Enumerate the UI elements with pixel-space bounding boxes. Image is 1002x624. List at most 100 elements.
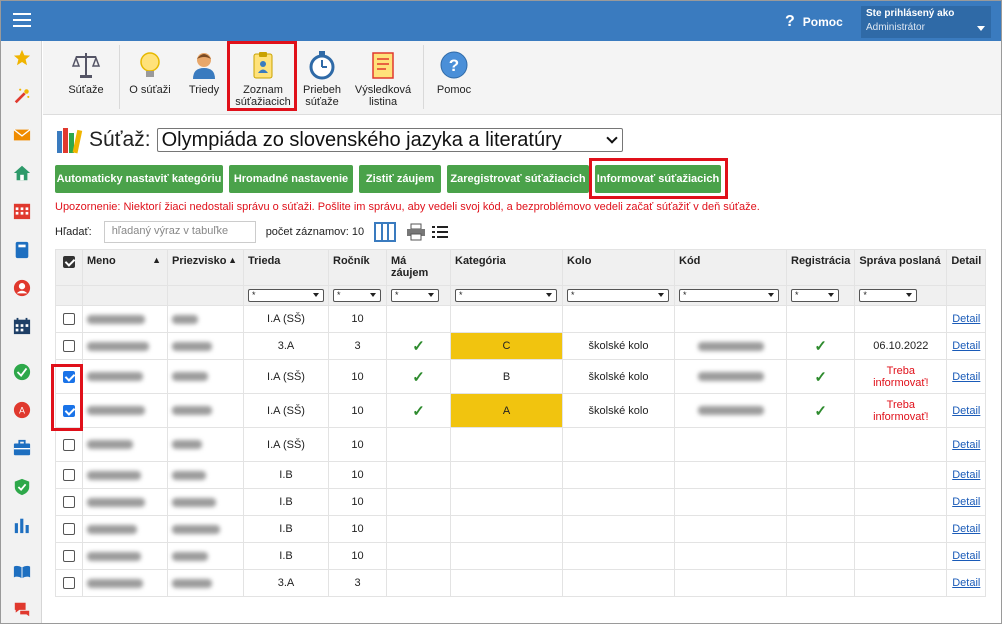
mail-icon[interactable]: [13, 126, 31, 144]
redacted-surname: [172, 372, 208, 382]
detail-link[interactable]: Detail: [952, 313, 980, 325]
filter-zaujem[interactable]: *: [391, 289, 439, 302]
calendar-grid-icon[interactable]: [13, 202, 31, 220]
meno-cell: [82, 488, 168, 516]
magic-wand-icon[interactable]: [13, 87, 31, 105]
menu-icon[interactable]: [13, 13, 31, 27]
row-checkbox[interactable]: [63, 340, 75, 353]
toolbar-classes[interactable]: Triedy: [183, 47, 225, 109]
row-checkbox[interactable]: [63, 577, 75, 590]
person-icon[interactable]: [13, 279, 31, 297]
detail-link[interactable]: Detail: [952, 469, 980, 481]
row-select-cell: [55, 427, 83, 462]
register-button[interactable]: Zaregistrovať súťažiacich: [447, 165, 589, 193]
redacted-code: [697, 372, 764, 382]
meno-cell: [82, 569, 168, 597]
table-row: I.B 10 Detail: [55, 515, 987, 543]
home-icon[interactable]: [13, 164, 31, 182]
filter-trieda[interactable]: *: [248, 289, 324, 302]
filter-rocnik[interactable]: *: [333, 289, 381, 302]
toolbar-progress[interactable]: Priebeh súťaže: [297, 47, 347, 109]
bar-chart-icon[interactable]: [13, 516, 31, 534]
detail-link[interactable]: Detail: [952, 550, 980, 562]
check-circle-icon[interactable]: [13, 363, 31, 381]
col-trieda[interactable]: Trieda: [243, 249, 329, 286]
kategoria-cell: B: [450, 359, 563, 394]
toolbar-competitions[interactable]: Súťaže: [61, 47, 111, 109]
row-checkbox[interactable]: [63, 523, 75, 536]
star-icon[interactable]: [13, 49, 31, 67]
sidebar: A: [1, 41, 42, 623]
select-all-checkbox[interactable]: [63, 256, 75, 269]
col-zaujem[interactable]: Má záujem: [386, 249, 451, 286]
detail-link[interactable]: Detail: [952, 405, 980, 417]
col-kod[interactable]: Kód: [674, 249, 787, 286]
trieda-cell: 3.A: [243, 569, 329, 597]
col-priezvisko[interactable]: Priezvisko ▲: [167, 249, 244, 286]
columns-icon[interactable]: [374, 222, 397, 242]
kategoria-cell: A: [450, 393, 563, 428]
help-link[interactable]: ? Pomoc: [785, 13, 843, 31]
col-kolo[interactable]: Kolo: [562, 249, 675, 286]
bulk-settings-button[interactable]: Hromadné nastavenie: [229, 165, 353, 193]
search-input[interactable]: hľadaný výraz v tabuľke: [103, 221, 256, 243]
highlight-box: [51, 364, 83, 431]
toolbar-results[interactable]: Výsledková listina: [351, 47, 415, 109]
sprava-cell: [854, 461, 948, 489]
toolbar-about[interactable]: O súťaži: [127, 47, 173, 109]
chat-icon[interactable]: [13, 600, 31, 618]
zaujem-cell: ✓: [386, 393, 451, 428]
filter-kod[interactable]: *: [679, 289, 779, 302]
svg-text:?: ?: [449, 56, 459, 75]
competition-select[interactable]: Olympiáda zo slovenského jazyka a litera…: [156, 128, 623, 152]
registracia-cell: [785, 427, 856, 462]
search-label: Hľadať:: [55, 226, 92, 238]
award-icon[interactable]: A: [13, 401, 31, 419]
toolbar-label-line2: súťaže: [305, 96, 339, 108]
table-row: 3.A 3 ✓ C školské kolo ✓ 06.10.2022 Deta…: [55, 332, 987, 360]
col-meno[interactable]: Meno ▲: [82, 249, 168, 286]
col-rocnik[interactable]: Ročník: [328, 249, 387, 286]
row-checkbox[interactable]: [63, 550, 75, 563]
toolbar-help[interactable]: ? Pomoc: [431, 47, 477, 109]
detail-link[interactable]: Detail: [952, 577, 980, 589]
registracia-cell: ✓: [785, 332, 856, 360]
auto-category-button[interactable]: Automaticky nastaviť kategóriu: [55, 165, 223, 193]
detail-link[interactable]: Detail: [952, 340, 980, 352]
competition-header: Súťaž: Olympiáda zo slovenského jazyka a…: [55, 125, 623, 155]
kolo-cell: [562, 515, 675, 543]
row-checkbox[interactable]: [63, 469, 75, 482]
row-checkbox[interactable]: [63, 313, 75, 326]
list-icon[interactable]: [432, 225, 449, 239]
meno-cell: [82, 515, 168, 543]
redacted-code: [697, 341, 764, 351]
open-book-icon[interactable]: [13, 563, 31, 581]
detail-cell: Detail: [946, 542, 987, 570]
row-checkbox[interactable]: [63, 438, 75, 451]
row-checkbox[interactable]: [63, 496, 75, 509]
competition-value: Olympiáda zo slovenského jazyka a litera…: [161, 129, 562, 151]
redacted-surname: [172, 440, 202, 450]
shield-icon[interactable]: [13, 478, 31, 496]
table-row: I.A (SŠ) 10 Detail: [55, 305, 987, 333]
filter-kolo[interactable]: *: [567, 289, 669, 302]
filter-sprava[interactable]: *: [859, 289, 918, 302]
filter-registracia[interactable]: *: [791, 289, 839, 302]
redacted-surname: [172, 314, 198, 324]
col-sprava[interactable]: Správa poslaná: [854, 249, 948, 286]
schedule-icon[interactable]: [13, 317, 31, 335]
detail-link[interactable]: Detail: [952, 371, 980, 383]
detail-link[interactable]: Detail: [952, 496, 980, 508]
detail-link[interactable]: Detail: [952, 439, 980, 451]
col-kategoria[interactable]: Kategória: [450, 249, 563, 286]
col-registracia[interactable]: Registrácia: [785, 249, 856, 286]
col-label: Detail: [951, 255, 982, 267]
kolo-cell: [562, 488, 675, 516]
print-icon[interactable]: [406, 223, 426, 241]
detail-link[interactable]: Detail: [952, 523, 980, 535]
find-interest-button[interactable]: Zistiť záujem: [359, 165, 441, 193]
user-dropdown[interactable]: Ste prihlásený ako Administrátor: [861, 6, 991, 38]
filter-kategoria[interactable]: *: [455, 289, 557, 302]
book-icon[interactable]: [13, 241, 31, 259]
briefcase-icon[interactable]: [13, 439, 31, 457]
